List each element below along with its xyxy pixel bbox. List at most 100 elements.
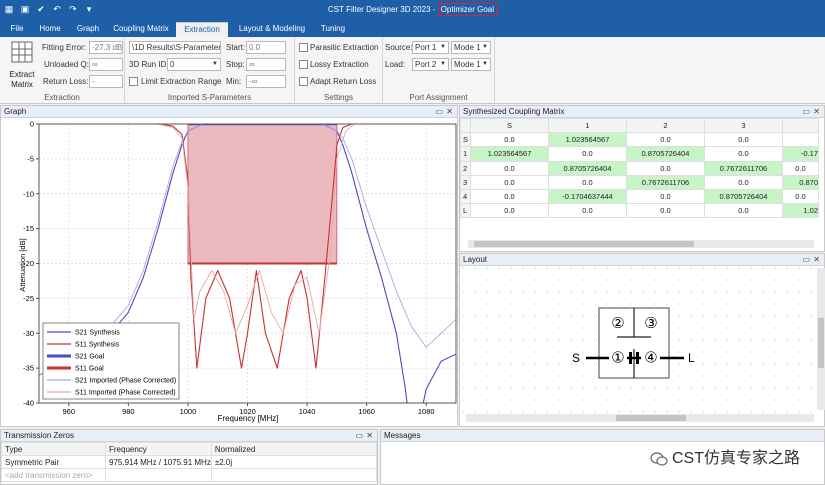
x-tick-label: 1060 (358, 407, 375, 416)
node-load[interactable]: L (688, 351, 695, 365)
stop-field[interactable]: ∞ (246, 58, 286, 71)
parasitic-checkbox[interactable] (299, 43, 308, 52)
extract-matrix-button[interactable]: Extract Matrix (6, 41, 38, 91)
layout-canvas[interactable]: S L ① ② ③ ④ (462, 267, 818, 417)
matrix-cell[interactable]: 0.0 (470, 160, 549, 176)
resonator-3[interactable]: ③ (644, 315, 657, 332)
matrix-cell[interactable]: 0.7672611706 (626, 174, 705, 190)
matrix-cell[interactable]: 0.0 (782, 188, 819, 205)
min-field[interactable]: -∞ (246, 75, 286, 88)
min-label: Min: (226, 77, 242, 86)
matrix-cell[interactable]: 0.8705726404 (626, 146, 705, 162)
matrix-cell[interactable]: 0.8705726404 (704, 188, 783, 205)
matrix-cell[interactable]: 0.8705726404 (548, 160, 627, 176)
return-loss-field[interactable]: - (89, 75, 123, 88)
tab-coupling-matrix[interactable]: Coupling Matrix (110, 22, 172, 37)
matrix-cell[interactable]: -0.1704637444 (548, 188, 627, 205)
close-icon[interactable]: ✕ (813, 106, 820, 117)
pin-icon[interactable]: ▭ (802, 254, 810, 265)
matrix-cell[interactable]: 0.0 (470, 174, 549, 190)
pin-icon[interactable]: ▭ (355, 430, 363, 441)
tz-frequency-cell[interactable]: 975.914 MHz / 1075.91 MHz (105, 455, 212, 469)
adapt-checkbox[interactable] (299, 77, 308, 86)
tab-home[interactable]: Home (34, 22, 66, 37)
matrix-cell[interactable]: 0.0 (626, 188, 705, 205)
matrix-cell[interactable]: 0.0 (548, 203, 627, 219)
add-transmission-zero-row[interactable]: <add transmission zero> (1, 468, 106, 482)
limit-range-checkbox[interactable] (129, 77, 138, 86)
resonator-1[interactable]: ① (611, 350, 624, 367)
matrix-cell[interactable]: 0.0 (548, 174, 627, 190)
matrix-cell[interactable]: 0.0 (626, 132, 705, 148)
resonator-4[interactable]: ④ (644, 350, 657, 367)
matrix-cell[interactable]: 0.0 (704, 174, 783, 190)
scrollbar-thumb[interactable] (474, 241, 694, 247)
tz-normalized-cell[interactable]: ±2.0j (210, 455, 378, 469)
matrix-cell[interactable]: 0.0 (704, 203, 783, 219)
matrix-cell[interactable]: 0.0 (548, 146, 627, 162)
coupling-panel-header: Synthesized Coupling Matrix ▭ ✕ (460, 106, 824, 118)
x-tick-label: 1000 (180, 407, 197, 416)
tab-graph[interactable]: Graph (72, 22, 104, 37)
close-icon[interactable]: ✕ (446, 106, 453, 117)
start-field[interactable]: 0.0 (246, 41, 286, 54)
run-id-select[interactable]: 0 ▼ (167, 58, 221, 71)
close-icon[interactable]: ✕ (366, 430, 373, 441)
matrix-cell[interactable]: 1.02 (782, 203, 819, 219)
lossy-checkbox[interactable] (299, 60, 308, 69)
pin-icon[interactable]: ▭ (802, 106, 810, 117)
table-row: 3 0.0 0.0 0.7672611706 0.0 0.870 (460, 174, 819, 190)
tz-type-cell[interactable]: Symmetric Pair (1, 455, 106, 469)
layout-panel: Layout ▭ ✕ S L ① ② ③ ④ (459, 253, 825, 427)
row-header: S (460, 132, 471, 148)
matrix-cell[interactable]: 0.0 (470, 132, 549, 148)
tab-file[interactable]: File (6, 22, 28, 37)
source-label: Source: (385, 43, 413, 52)
column-header: 1 (548, 117, 627, 134)
matrix-cell[interactable]: 0.0 (626, 203, 705, 219)
pin-icon[interactable]: ▭ (435, 106, 443, 117)
y-tick-label: -40 (23, 399, 34, 408)
table-row[interactable]: <add transmission zero> (1, 468, 378, 482)
table-row[interactable]: Symmetric Pair 975.914 MHz / 1075.91 MHz… (1, 455, 378, 469)
matrix-cell[interactable]: 0.0 (704, 146, 783, 162)
imported-path-field[interactable]: \1D Results\S-Parameters (129, 41, 221, 54)
vertical-scrollbar[interactable] (817, 268, 825, 410)
scrollbar-thumb[interactable] (818, 318, 824, 368)
matrix-cell[interactable]: 0.7672611706 (704, 160, 783, 176)
x-tick-label: 960 (63, 407, 76, 416)
tab-layout-modeling[interactable]: Layout & Modeling (234, 22, 310, 37)
stop-label: Stop: (226, 60, 245, 69)
resonator-2[interactable]: ② (611, 315, 624, 332)
matrix-cell[interactable]: 0.0 (626, 160, 705, 176)
matrix-cell[interactable]: 0.0 (704, 132, 783, 148)
matrix-cell[interactable]: 0.870 (782, 174, 819, 190)
unloaded-q-field[interactable]: ∞ (89, 58, 123, 71)
load-mode-select[interactable]: Mode 1 ▼ (451, 58, 491, 71)
tab-extraction[interactable]: Extraction (176, 22, 228, 37)
legend-entry: S21 Goal (75, 354, 105, 361)
close-icon[interactable]: ✕ (813, 254, 820, 265)
matrix-cell[interactable]: 1.023564567 (548, 132, 627, 148)
matrix-cell[interactable] (782, 132, 819, 148)
legend-entry: S11 Imported (Phase Corrected) (75, 390, 176, 397)
run-id-label: 3D Run ID: (129, 60, 169, 69)
matrix-cell[interactable]: 0.0 (782, 160, 819, 176)
start-label: Start: (226, 43, 246, 52)
matrix-cell[interactable]: 1.023564567 (470, 146, 549, 162)
scrollbar-thumb[interactable] (616, 415, 686, 421)
horizontal-scrollbar[interactable] (468, 240, 814, 248)
window-title: CST Filter Designer 3D 2023 - Optimizer … (0, 3, 825, 16)
s-parameter-chart[interactable]: 960 980 1000 1020 1040 1060 10800-5-10-15-20-2… (1, 118, 457, 426)
horizontal-scrollbar[interactable] (466, 414, 814, 422)
load-port-select[interactable]: Port 2 ▼ (412, 58, 449, 71)
matrix-cell[interactable]: 0.0 (470, 188, 549, 205)
chevron-down-icon: ▼ (482, 44, 488, 50)
node-source[interactable]: S (572, 351, 580, 365)
source-mode-select[interactable]: Mode 1 ▼ (451, 41, 491, 54)
matrix-cell[interactable]: -0.17 (782, 146, 819, 162)
tab-tuning[interactable]: Tuning (316, 22, 350, 37)
source-port-select[interactable]: Port 1 ▼ (412, 41, 449, 54)
coupling-matrix-table: S 1 2 3 S 0.0 1.023564567 0.0 0.0 1 1.02… (460, 117, 819, 219)
matrix-cell[interactable]: 0.0 (470, 203, 549, 219)
